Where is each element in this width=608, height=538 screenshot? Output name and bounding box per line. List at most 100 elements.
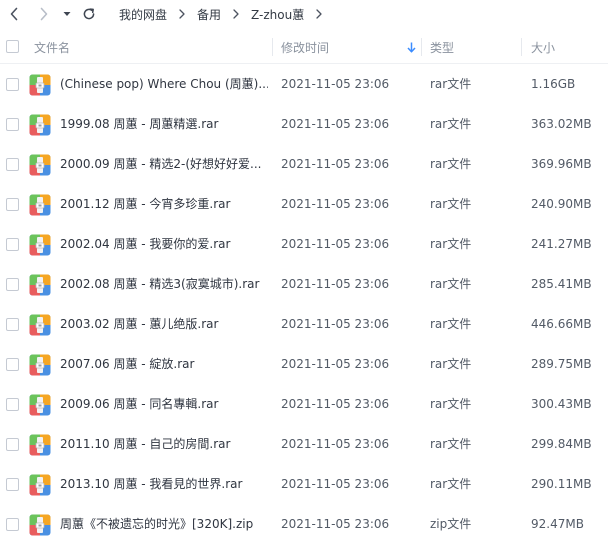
file-row[interactable]: (Chinese pop) Where Chou (周蕙)... 2021-11…	[0, 64, 608, 104]
file-type: rar文件	[430, 357, 472, 371]
file-modified-time: 2021-11-05 23:06	[281, 237, 390, 251]
row-checkbox[interactable]	[6, 478, 19, 491]
row-checkbox[interactable]	[6, 438, 19, 451]
column-header-name[interactable]: 文件名	[34, 30, 70, 64]
select-all-checkbox[interactable]	[6, 40, 19, 53]
file-type: rar文件	[430, 317, 472, 331]
file-name[interactable]: 1999.08 周蕙 - 周蕙精選.rar	[60, 104, 268, 144]
row-checkbox[interactable]	[6, 78, 19, 91]
file-size: 1.16GB	[531, 77, 576, 91]
file-row[interactable]: 2009.06 周蕙 - 同名專輯.rar 2021-11-05 23:06 r…	[0, 384, 608, 424]
column-header-modified[interactable]: 修改时间	[281, 30, 329, 64]
chevron-right-icon	[40, 7, 48, 21]
file-size: 300.43MB	[531, 397, 592, 411]
file-size: 369.96MB	[531, 157, 592, 171]
sort-descending-icon[interactable]	[407, 30, 416, 64]
archive-file-icon	[29, 514, 51, 536]
breadcrumb-item-my-drive[interactable]: 我的网盘	[111, 6, 175, 23]
file-size: 285.41MB	[531, 277, 592, 291]
file-row[interactable]: 2000.09 周蕙 - 精选2-(好想好好爱... 2021-11-05 23…	[0, 144, 608, 184]
row-checkbox[interactable]	[6, 118, 19, 131]
row-checkbox[interactable]	[6, 518, 19, 531]
file-modified-time: 2021-11-05 23:06	[281, 197, 390, 211]
file-type: rar文件	[430, 117, 472, 131]
file-name[interactable]: 2007.06 周蕙 - 綻放.rar	[60, 344, 268, 384]
file-type: zip文件	[430, 517, 472, 531]
file-row[interactable]: 2002.04 周蕙 - 我要你的爱.rar 2021-11-05 23:06 …	[0, 224, 608, 264]
file-size: 241.27MB	[531, 237, 592, 251]
file-row[interactable]: 2007.06 周蕙 - 綻放.rar 2021-11-05 23:06 rar…	[0, 344, 608, 384]
back-button[interactable]	[2, 0, 26, 28]
file-name[interactable]: 2009.06 周蕙 - 同名專輯.rar	[60, 384, 268, 424]
file-row[interactable]: 2001.12 周蕙 - 今宵多珍重.rar 2021-11-05 23:06 …	[0, 184, 608, 224]
file-size: 240.90MB	[531, 197, 592, 211]
file-name[interactable]: (Chinese pop) Where Chou (周蕙)...	[60, 64, 268, 104]
history-dropdown-button[interactable]	[60, 0, 74, 28]
row-checkbox[interactable]	[6, 198, 19, 211]
column-header-type[interactable]: 类型	[430, 30, 454, 64]
file-row[interactable]: 2002.08 周蕙 - 精选3(寂寞城市).rar 2021-11-05 23…	[0, 264, 608, 304]
file-modified-time: 2021-11-05 23:06	[281, 317, 390, 331]
file-type: rar文件	[430, 277, 472, 291]
file-modified-time: 2021-11-05 23:06	[281, 117, 390, 131]
file-size: 290.11MB	[531, 477, 592, 491]
file-size: 289.75MB	[531, 357, 592, 371]
row-checkbox[interactable]	[6, 278, 19, 291]
archive-file-icon	[29, 354, 51, 376]
row-checkbox[interactable]	[6, 158, 19, 171]
archive-file-icon	[29, 234, 51, 256]
file-name[interactable]: 2003.02 周蕙 - 蕙儿绝版.rar	[60, 304, 268, 344]
file-name[interactable]: 2002.04 周蕙 - 我要你的爱.rar	[60, 224, 268, 264]
file-modified-time: 2021-11-05 23:06	[281, 357, 390, 371]
file-name[interactable]: 2013.10 周蕙 - 我看見的世界.rar	[60, 464, 268, 504]
chevron-left-icon	[10, 7, 18, 21]
archive-file-icon	[29, 274, 51, 296]
file-name[interactable]: 2002.08 周蕙 - 精选3(寂寞城市).rar	[60, 264, 268, 304]
file-name[interactable]: 周蕙《不被遗忘的时光》[320K].zip	[60, 504, 268, 538]
file-name[interactable]: 2001.12 周蕙 - 今宵多珍重.rar	[60, 184, 268, 224]
file-modified-time: 2021-11-05 23:06	[281, 157, 390, 171]
file-row[interactable]: 2013.10 周蕙 - 我看見的世界.rar 2021-11-05 23:06…	[0, 464, 608, 504]
archive-file-icon	[29, 194, 51, 216]
caret-down-icon	[63, 12, 71, 16]
file-row[interactable]: 2003.02 周蕙 - 蕙儿绝版.rar 2021-11-05 23:06 r…	[0, 304, 608, 344]
file-row[interactable]: 1999.08 周蕙 - 周蕙精選.rar 2021-11-05 23:06 r…	[0, 104, 608, 144]
file-row[interactable]: 周蕙《不被遗忘的时光》[320K].zip 2021-11-05 23:06 z…	[0, 504, 608, 538]
archive-file-icon	[29, 394, 51, 416]
breadcrumb: 我的网盘 备用 Z-zhou蕙	[111, 0, 326, 28]
file-size: 92.47MB	[531, 517, 584, 531]
file-name[interactable]: 2011.10 周蕙 - 自己的房間.rar	[60, 424, 268, 464]
breadcrumb-separator-icon	[229, 9, 243, 19]
column-divider[interactable]	[521, 38, 522, 56]
file-modified-time: 2021-11-05 23:06	[281, 477, 390, 491]
file-list-header: 文件名 修改时间 类型 大小	[0, 30, 608, 64]
column-header-size[interactable]: 大小	[531, 30, 555, 64]
file-type: rar文件	[430, 237, 472, 251]
file-modified-time: 2021-11-05 23:06	[281, 437, 390, 451]
file-type: rar文件	[430, 477, 472, 491]
breadcrumb-dropdown-icon[interactable]	[312, 9, 326, 19]
breadcrumb-item-current-folder[interactable]: Z-zhou蕙	[243, 6, 312, 23]
row-checkbox[interactable]	[6, 238, 19, 251]
archive-file-icon	[29, 474, 51, 496]
row-checkbox[interactable]	[6, 318, 19, 331]
file-row[interactable]: 2011.10 周蕙 - 自己的房間.rar 2021-11-05 23:06 …	[0, 424, 608, 464]
file-modified-time: 2021-11-05 23:06	[281, 277, 390, 291]
archive-file-icon	[29, 74, 51, 96]
archive-file-icon	[29, 114, 51, 136]
breadcrumb-separator-icon	[175, 9, 189, 19]
refresh-icon	[83, 8, 95, 20]
navigation-bar: 我的网盘 备用 Z-zhou蕙	[0, 0, 608, 28]
row-checkbox[interactable]	[6, 398, 19, 411]
row-checkbox[interactable]	[6, 358, 19, 371]
file-name[interactable]: 2000.09 周蕙 - 精选2-(好想好好爱...	[60, 144, 268, 184]
archive-file-icon	[29, 154, 51, 176]
file-size: 363.02MB	[531, 117, 592, 131]
column-divider[interactable]	[272, 38, 273, 56]
breadcrumb-item-backup[interactable]: 备用	[189, 6, 229, 23]
refresh-button[interactable]	[78, 0, 100, 28]
archive-file-icon	[29, 434, 51, 456]
forward-button[interactable]	[32, 0, 56, 28]
file-modified-time: 2021-11-05 23:06	[281, 517, 390, 531]
column-divider[interactable]	[421, 38, 422, 56]
